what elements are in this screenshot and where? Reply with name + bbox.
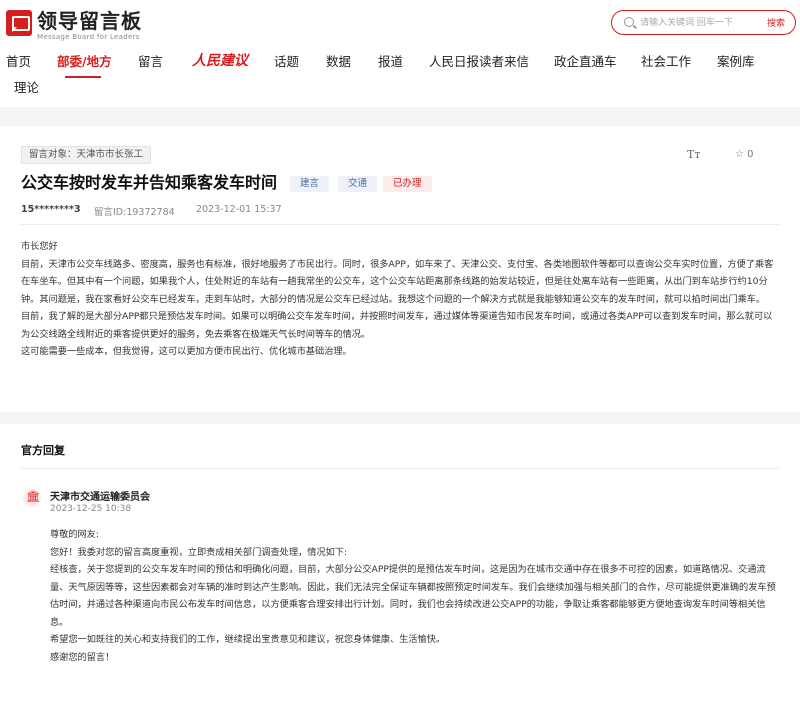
message-divider [21,224,779,225]
site-logo[interactable]: 领导留言板 Message Board for Leaders [6,9,142,42]
nav-item-readers-letters[interactable]: 人民日报读者来信 [429,52,529,72]
nav-item-reports[interactable]: 报道 [378,52,403,72]
search-box: 搜索 [611,10,796,35]
reply-paragraph: 希望您一如既往的关心和支持我们的工作，继续提出宝贵意见和建议，祝您身体健康、生活… [50,634,446,645]
nav-item-people-suggestions[interactable]: 人民建议 [192,51,248,71]
nav-item-enterprise-express[interactable]: 政企直通车 [554,52,617,72]
message-paragraph: 这可能需要一些成本，但我觉得，这可以更加方便市民出行、优化城市基础治理。 [21,346,352,357]
search-input[interactable] [640,15,758,31]
reply-paragraph: 您好！我委对您的留言高度重视，立即责成相关部门调查处理，情况如下: [50,546,348,558]
nav-active-underline [65,76,101,78]
favorite-star-icon[interactable]: ☆ 0 [735,149,754,160]
search-button[interactable]: 搜索 [767,16,785,29]
nav-item-messages[interactable]: 留言 [138,52,163,72]
message-card: 留言对象：天津市市长张工 Tт ☆ 0 公交车按时发车并告知乘客发车时间 建言 … [0,126,800,412]
site-header: 领导留言板 Message Board for Leaders 搜索 首页 部委… [0,0,800,107]
message-user: 15********3 [21,204,81,215]
logo-subtitle: Message Board for Leaders [37,33,140,41]
official-reply-card: 官方回复 天津市交通运输委员会 2023-12-25 10:38 尊敬的网友: … [0,424,800,725]
reply-body: 尊敬的网友: 您好！我委对您的留言高度重视，立即责成相关部门调查处理，情况如下:… [50,526,778,666]
nav-item-topics[interactable]: 话题 [274,52,299,72]
search-icon [624,17,634,27]
reply-divider [21,468,779,469]
logo-title: 领导留言板 [37,9,142,33]
logo-mark-icon [6,10,32,36]
nav-item-data[interactable]: 数据 [326,52,351,72]
nav-item-ministries[interactable]: 部委/地方 [57,52,112,72]
message-paragraph: 目前，我了解的是大部分APP都只是预估发车时间。如果可以明确公交车发车时间，并按… [21,311,773,340]
logo-text: 领导留言板 Message Board for Leaders [37,9,142,42]
nav-item-home[interactable]: 首页 [6,52,31,72]
message-paragraph: 市长您好 [21,241,58,252]
reply-department: 天津市交通运输委员会 [50,492,150,503]
message-time: 2023-12-01 15:37 [196,204,282,215]
font-size-toggle-icon[interactable]: Tт [687,148,700,161]
message-id: 留言ID:19372784 [94,207,175,218]
badge-transport: 交通 [338,176,378,192]
government-building-icon [23,489,41,507]
nav-item-case-library[interactable]: 案例库 [717,52,755,72]
message-body: 市长您好 目前，天津市公交车线路多、密度高，服务也有标准，很好地服务了市民出行。… [21,238,778,361]
reply-heading: 官方回复 [21,444,65,457]
message-title: 公交车按时发车并告知乘客发车时间 [21,173,278,192]
message-target-tag: 留言对象：天津市市长张工 [21,146,152,164]
reply-paragraph: 感谢您的留言！ [50,651,115,663]
nav-item-social-work[interactable]: 社会工作 [641,52,691,72]
message-paragraph: 目前，天津市公交车线路多、密度高，服务也有标准，很好地服务了市民出行。同时，很多… [21,258,774,305]
reply-paragraph: 经核查，关于您提到的公交车发车时间的预估和明确化问题，目前，大部分公交APP提供… [50,564,776,628]
badge-suggestion: 建言 [290,176,330,192]
reply-paragraph: 尊敬的网友: [50,529,100,540]
reply-time: 2023-12-25 10:38 [50,504,132,514]
nav-item-theory[interactable]: 理论 [14,78,39,98]
badge-status-handled: 已办理 [383,176,432,192]
